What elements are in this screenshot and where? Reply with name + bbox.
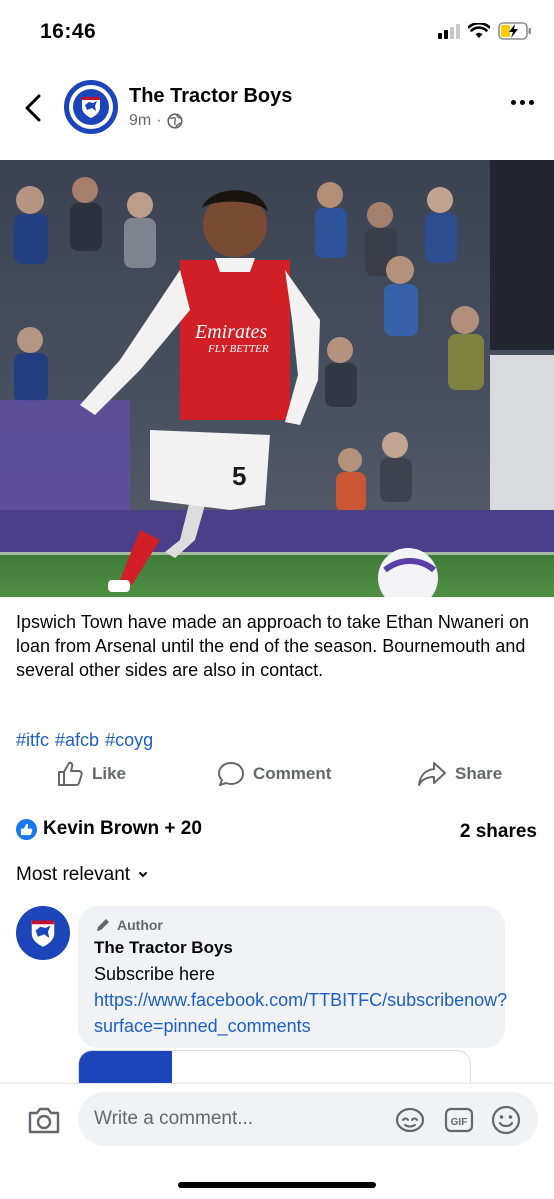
gif-icon[interactable]: GIF	[443, 1104, 475, 1136]
wifi-icon	[468, 23, 490, 38]
commenter-name[interactable]: The Tractor Boys	[94, 938, 233, 958]
page-name[interactable]: The Tractor Boys	[129, 85, 292, 108]
share-label: Share	[455, 764, 503, 783]
sponsor-subtext: FLY BETTER	[207, 343, 269, 355]
page-avatar[interactable]	[64, 80, 118, 134]
author-tag-label: Author	[117, 917, 163, 933]
football-player-image: Emirates FLY BETTER 5	[0, 160, 554, 597]
comment-link[interactable]: https://www.facebook.com/TTBITFC/subscri…	[94, 990, 507, 1036]
reactors-text: Kevin Brown + 20	[43, 818, 202, 839]
sort-label: Most relevant	[16, 864, 131, 885]
cellular-signal-icon	[438, 23, 460, 39]
hashtags: #itfc #afcb #coyg	[16, 730, 153, 751]
comment-label: Comment	[253, 764, 332, 783]
post-actions: Like Comment Share	[0, 760, 554, 796]
status-time: 16:46	[40, 20, 97, 43]
chevron-down-icon	[139, 872, 148, 878]
comment-sort-dropdown[interactable]: Most relevant	[16, 864, 148, 886]
share-arrow-icon	[418, 762, 446, 786]
comment-button[interactable]: Comment	[217, 760, 331, 788]
battery-charging-icon	[498, 22, 531, 40]
smiley-icon[interactable]	[490, 1104, 522, 1136]
post-text: Ipswich Town have made an approach to ta…	[16, 612, 529, 680]
chevron-left-icon	[25, 94, 41, 122]
post-photo[interactable]: Emirates FLY BETTER 5	[0, 160, 554, 597]
club-crest-icon	[82, 97, 100, 118]
club-crest-icon	[31, 920, 55, 947]
hashtag-link[interactable]: #itfc	[16, 730, 49, 751]
commenter-avatar[interactable]	[16, 906, 70, 960]
status-bar: 16:46	[0, 0, 554, 62]
globe-icon	[166, 113, 183, 129]
share-button[interactable]: Share	[417, 760, 502, 788]
like-reaction-icon	[16, 818, 37, 840]
reaction-summary[interactable]: Kevin Brown + 20	[16, 818, 202, 840]
like-button[interactable]: Like	[56, 760, 126, 788]
shares-count[interactable]: 2 shares	[460, 821, 537, 843]
comment-composer: GIF	[0, 1083, 554, 1199]
post-time[interactable]: 9m	[129, 112, 151, 130]
more-options-button[interactable]	[511, 100, 534, 105]
like-label: Like	[92, 764, 127, 783]
thumbs-up-icon	[58, 761, 83, 786]
camera-icon[interactable]	[27, 1104, 61, 1136]
comment-text: Subscribe here https://www.facebook.com/…	[94, 964, 508, 1036]
meta-separator: ·	[156, 112, 162, 129]
author-badge: Author	[95, 917, 163, 933]
comment-bubble[interactable]: Author The Tractor Boys Subscribe here h…	[78, 906, 508, 1048]
shirt-number: 5	[232, 461, 246, 491]
hashtag-link[interactable]: #coyg	[105, 730, 153, 751]
sponsor-text: Emirates	[194, 321, 267, 343]
status-icons	[438, 22, 532, 40]
svg-text:GIF: GIF	[451, 1117, 468, 1128]
pencil-icon	[97, 919, 109, 931]
post-meta: 9m ·	[129, 112, 183, 130]
speech-bubble-icon	[218, 762, 244, 786]
avatar-sticker-icon[interactable]	[394, 1104, 426, 1136]
back-button[interactable]	[18, 90, 48, 126]
hashtag-link[interactable]: #afcb	[55, 730, 99, 751]
post-header: The Tractor Boys 9m ·	[0, 62, 554, 160]
home-indicator	[178, 1182, 376, 1188]
